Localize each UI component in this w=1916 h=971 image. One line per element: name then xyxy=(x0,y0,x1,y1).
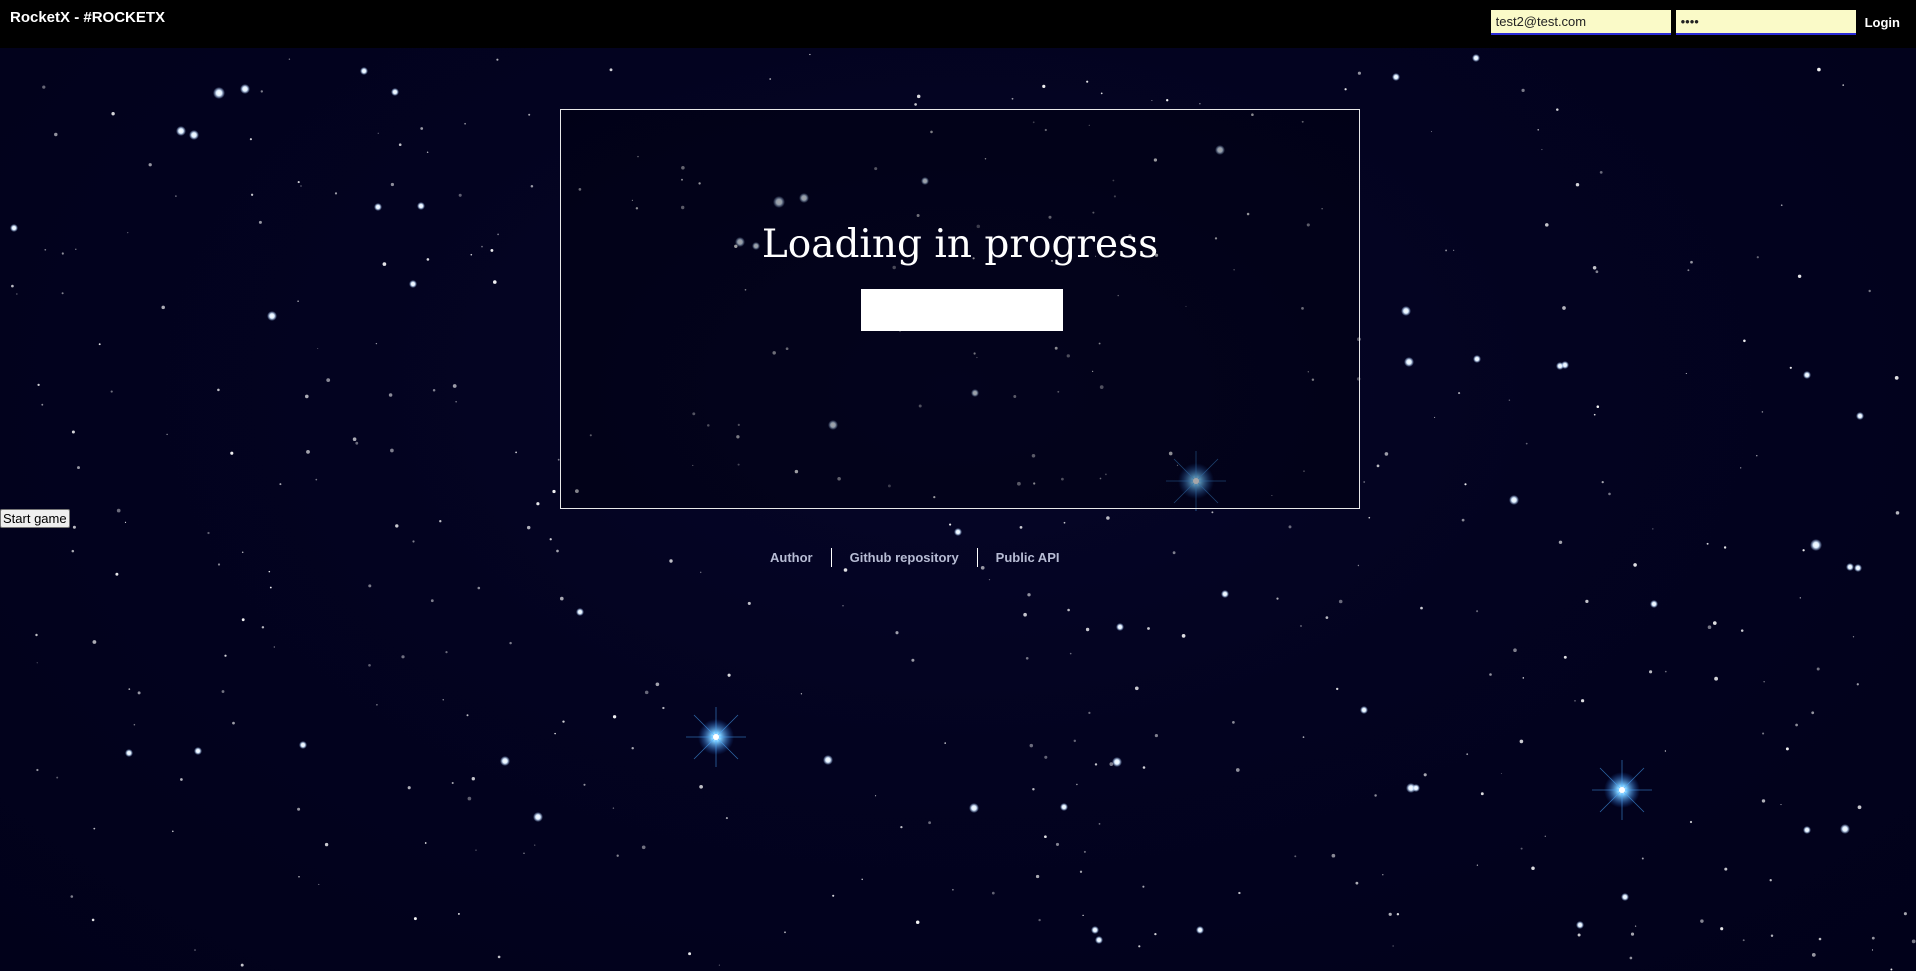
footer-links: Author Github repository Public API xyxy=(758,547,1071,567)
loading-panel: Loading in progress xyxy=(560,109,1360,509)
start-game-button[interactable]: Start game xyxy=(0,509,70,528)
login-form: Login xyxy=(1490,10,1900,35)
login-button[interactable]: Login xyxy=(1860,10,1900,35)
password-field[interactable] xyxy=(1675,10,1856,35)
loading-progress-fill xyxy=(861,289,1063,331)
github-repository-link[interactable]: Github repository xyxy=(838,550,971,565)
footer-divider xyxy=(976,547,978,567)
loading-title: Loading in progress xyxy=(761,222,1159,267)
loading-progress-bar xyxy=(861,289,1063,331)
email-field[interactable] xyxy=(1490,10,1671,35)
public-api-link[interactable]: Public API xyxy=(984,550,1072,565)
author-link[interactable]: Author xyxy=(758,550,825,565)
app-title: RocketX - #ROCKETX xyxy=(10,9,166,26)
top-bar: RocketX - #ROCKETX Login xyxy=(0,0,1916,48)
footer-divider xyxy=(830,547,832,567)
game-page: RocketX - #ROCKETX Login Loading in prog… xyxy=(0,0,1916,971)
